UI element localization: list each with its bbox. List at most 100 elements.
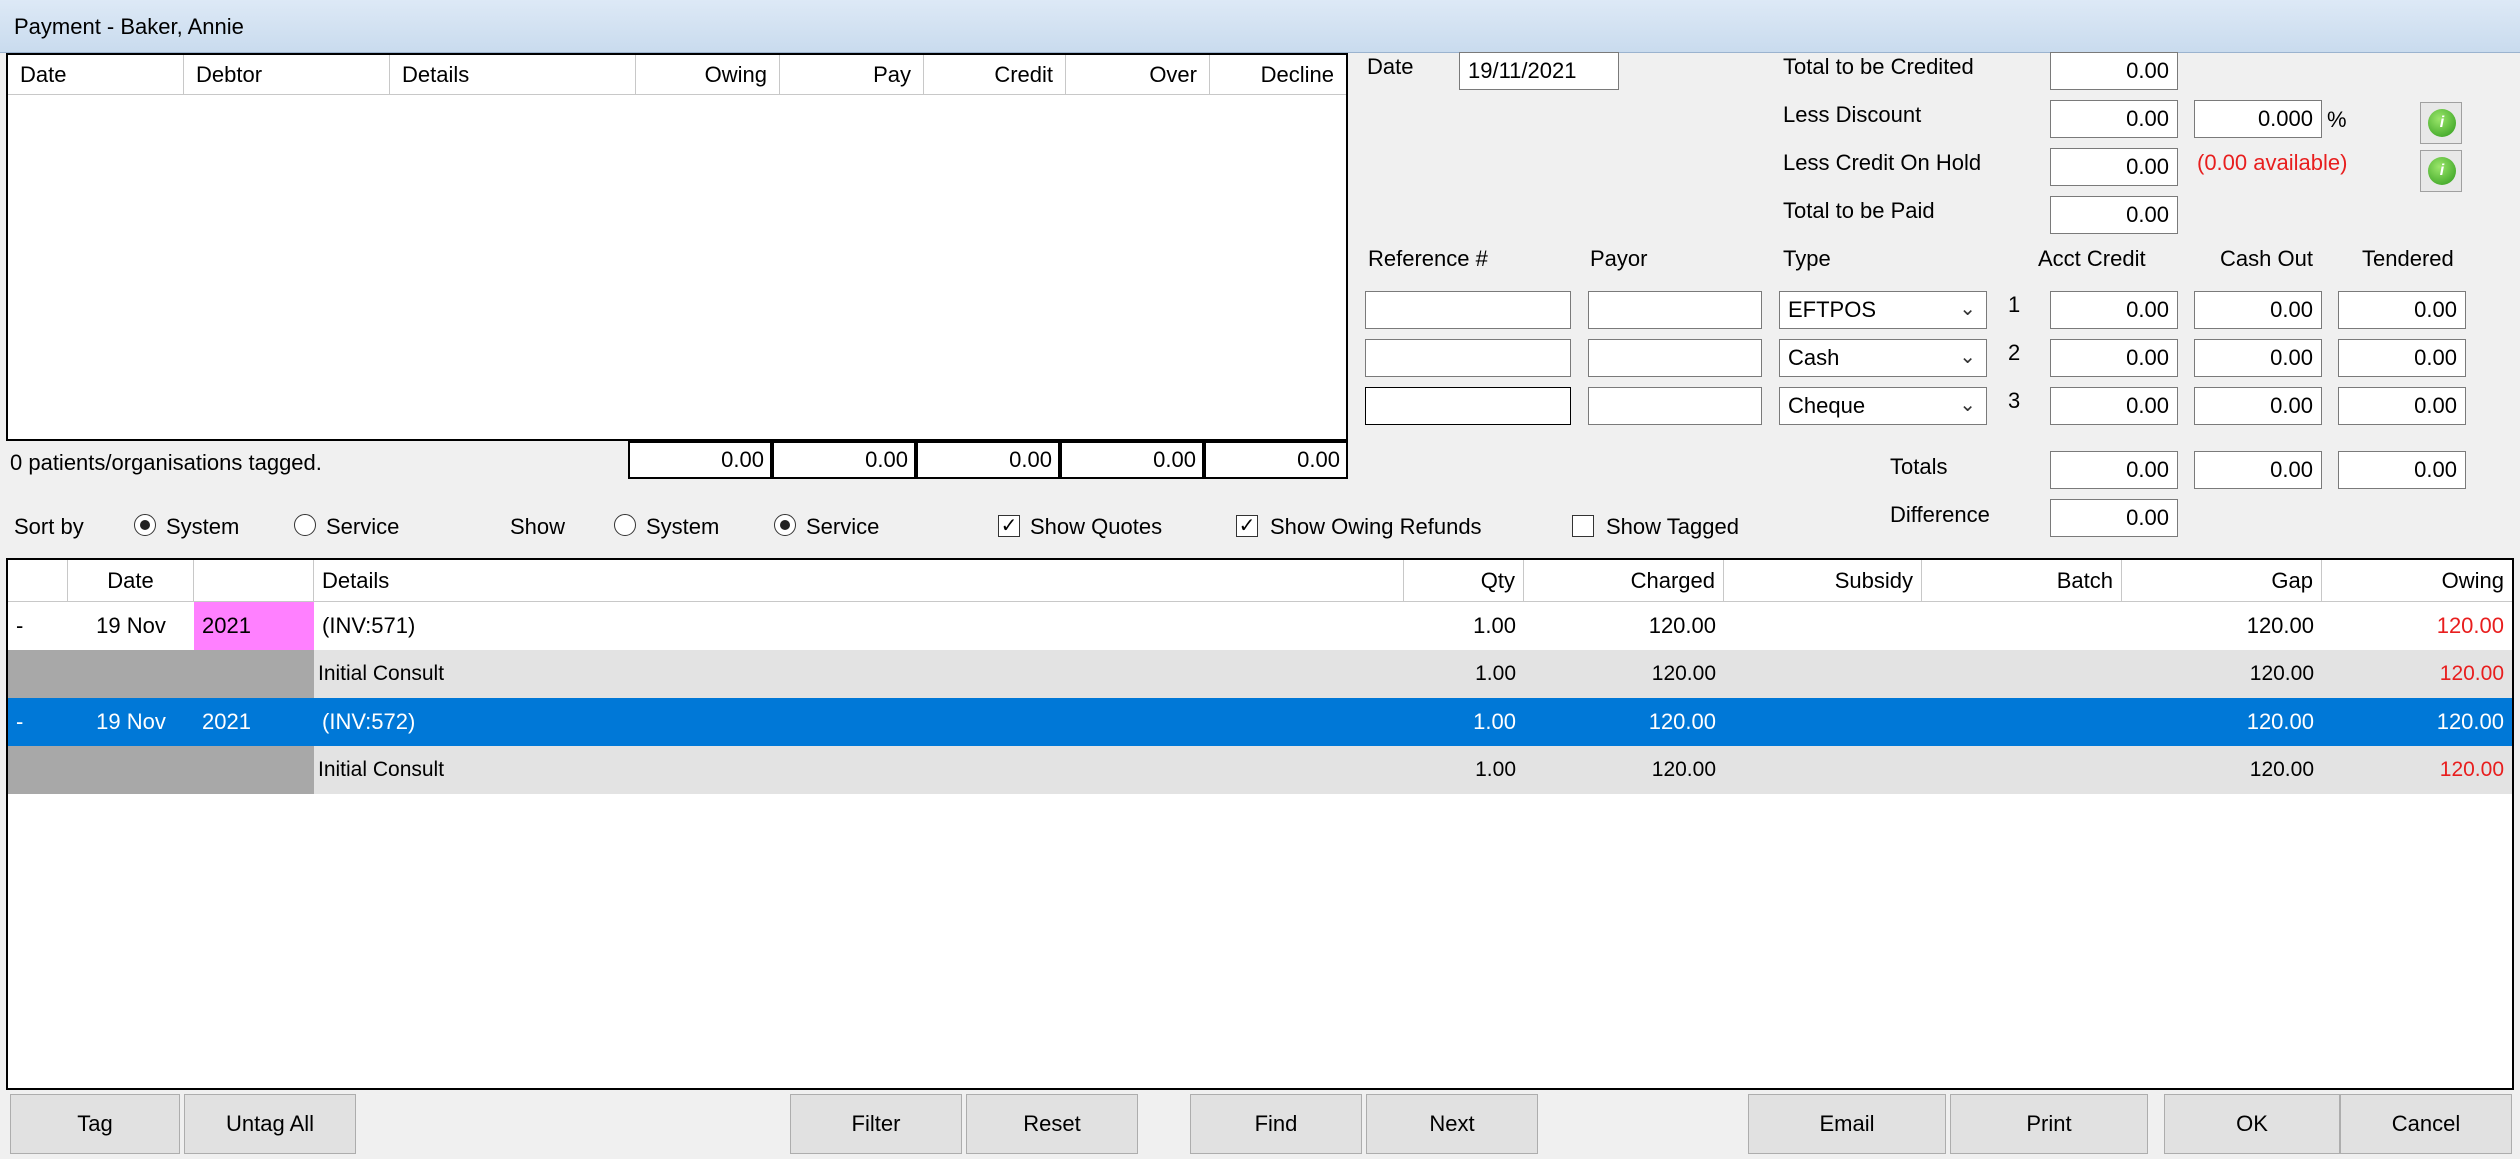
- type-select-3[interactable]: Cheque ⌄: [1779, 387, 1987, 425]
- col-details[interactable]: Details: [314, 560, 1404, 602]
- sort-system-label[interactable]: System: [166, 514, 239, 540]
- row-owing: 120.00: [2436, 613, 2504, 638]
- table-row-selected[interactable]: - 19 Nov 2021 (INV:572) 1.00 120.00 120.…: [8, 698, 2512, 746]
- sort-service-radio[interactable]: [294, 514, 316, 536]
- print-button[interactable]: Print: [1950, 1094, 2148, 1154]
- table-row[interactable]: Initial Consult 1.00 120.00 120.00 120.0…: [8, 746, 2512, 794]
- tendered-input-1[interactable]: 0.00: [2338, 291, 2466, 329]
- show-owing-refunds-checkbox[interactable]: ✓: [1236, 515, 1258, 537]
- col-decline[interactable]: Decline: [1210, 55, 1346, 95]
- col-charged[interactable]: Charged: [1524, 560, 1724, 602]
- tag-button[interactable]: Tag: [10, 1094, 180, 1154]
- date-field[interactable]: 19/11/2021: [1459, 52, 1619, 90]
- debtor-grid[interactable]: Date Debtor Details Owing Pay Credit Ove…: [6, 53, 1348, 441]
- col-year[interactable]: [194, 560, 314, 602]
- payor-input-3[interactable]: [1588, 387, 1762, 425]
- line-number-2: 2: [2008, 340, 2021, 365]
- show-service-label[interactable]: Service: [806, 514, 879, 540]
- row-date: 19 Nov: [96, 709, 166, 734]
- col-batch[interactable]: Batch: [1922, 560, 2122, 602]
- payor-header: Payor: [1590, 246, 1648, 271]
- table-row[interactable]: - 19 Nov 2021 (INV:571) 1.00 120.00 120.…: [8, 602, 2512, 650]
- total-credited-field[interactable]: 0.00: [2050, 52, 2178, 90]
- cancel-button[interactable]: Cancel: [2340, 1094, 2512, 1154]
- cash-out-input-1[interactable]: 0.00: [2194, 291, 2322, 329]
- total-over: 0.00: [1060, 441, 1204, 479]
- row-owing: 120.00: [2436, 709, 2504, 734]
- col-over[interactable]: Over: [1066, 55, 1210, 95]
- show-quotes-checkbox[interactable]: ✓: [998, 515, 1020, 537]
- col-subsidy[interactable]: Subsidy: [1724, 560, 1922, 602]
- tagged-count: 0 patients/organisations tagged.: [10, 450, 322, 475]
- reference-input-2[interactable]: [1365, 339, 1571, 377]
- cash-out-input-3[interactable]: 0.00: [2194, 387, 2322, 425]
- show-system-label[interactable]: System: [646, 514, 719, 540]
- type-select-1[interactable]: EFTPOS ⌄: [1779, 291, 1987, 329]
- row-subsidy: [1724, 650, 1922, 698]
- payor-input-2[interactable]: [1588, 339, 1762, 377]
- next-button[interactable]: Next: [1366, 1094, 1538, 1154]
- total-paid-field[interactable]: 0.00: [2050, 196, 2178, 234]
- col-date[interactable]: Date: [8, 55, 184, 95]
- row-qty: 1.00: [1473, 709, 1516, 734]
- row-charged: 120.00: [1648, 613, 1716, 638]
- row-details: (INV:572): [322, 709, 416, 734]
- row-charged: 120.00: [1651, 758, 1716, 781]
- items-grid[interactable]: Date Details Qty Charged Subsidy Batch G…: [6, 558, 2514, 1090]
- col-details[interactable]: Details: [390, 55, 636, 95]
- payor-input-1[interactable]: [1588, 291, 1762, 329]
- credit-info-button[interactable]: i: [2420, 150, 2462, 192]
- discount-percent-field[interactable]: 0.000: [2194, 100, 2322, 138]
- row-batch: [1922, 698, 2122, 746]
- find-button[interactable]: Find: [1190, 1094, 1362, 1154]
- col-credit[interactable]: Credit: [924, 55, 1066, 95]
- type-select-2[interactable]: Cash ⌄: [1779, 339, 1987, 377]
- tendered-input-3[interactable]: 0.00: [2338, 387, 2466, 425]
- sort-system-radio[interactable]: [134, 514, 156, 536]
- row-subsidy: [1724, 698, 1922, 746]
- difference-label: Difference: [1890, 502, 1990, 527]
- show-service-radio[interactable]: [774, 514, 796, 536]
- filter-button[interactable]: Filter: [790, 1094, 962, 1154]
- total-decline: 0.00: [1204, 441, 1348, 479]
- show-quotes-label[interactable]: Show Quotes: [1030, 514, 1162, 540]
- col-owing[interactable]: Owing: [2322, 560, 2512, 602]
- type-header: Type: [1783, 246, 1831, 271]
- acct-credit-input-1[interactable]: 0.00: [2050, 291, 2178, 329]
- col-pay[interactable]: Pay: [780, 55, 924, 95]
- cash-out-input-2[interactable]: 0.00: [2194, 339, 2322, 377]
- untag-all-button[interactable]: Untag All: [184, 1094, 356, 1154]
- ok-button[interactable]: OK: [2164, 1094, 2340, 1154]
- table-row[interactable]: Initial Consult 1.00 120.00 120.00 120.0…: [8, 650, 2512, 698]
- show-system-radio[interactable]: [614, 514, 636, 536]
- acct-credit-input-3[interactable]: 0.00: [2050, 387, 2178, 425]
- row-group-spacer: [8, 746, 314, 794]
- less-credit-hold-field[interactable]: 0.00: [2050, 148, 2178, 186]
- email-button[interactable]: Email: [1748, 1094, 1946, 1154]
- reference-input-3[interactable]: [1365, 387, 1571, 425]
- col-debtor[interactable]: Debtor: [184, 55, 390, 95]
- show-tagged-label[interactable]: Show Tagged: [1606, 514, 1739, 540]
- sort-service-label[interactable]: Service: [326, 514, 399, 540]
- chevron-down-icon: ⌄: [1959, 346, 1976, 368]
- col-qty[interactable]: Qty: [1404, 560, 1524, 602]
- show-owing-refunds-label[interactable]: Show Owing Refunds: [1270, 514, 1482, 540]
- row-qty: 1.00: [1475, 662, 1516, 685]
- show-label: Show: [510, 514, 566, 539]
- col-gap[interactable]: Gap: [2122, 560, 2322, 602]
- row-details: Initial Consult: [318, 758, 445, 781]
- tendered-input-2[interactable]: 0.00: [2338, 339, 2466, 377]
- show-tagged-checkbox[interactable]: [1572, 515, 1594, 537]
- acct-credit-header: Acct Credit: [2038, 246, 2146, 271]
- type-select-value: Cheque: [1788, 393, 1866, 418]
- acct-credit-input-2[interactable]: 0.00: [2050, 339, 2178, 377]
- col-date[interactable]: Date: [68, 560, 194, 602]
- reference-input-1[interactable]: [1365, 291, 1571, 329]
- discount-info-button[interactable]: i: [2420, 102, 2462, 144]
- reset-button[interactable]: Reset: [966, 1094, 1138, 1154]
- col-owing[interactable]: Owing: [636, 55, 780, 95]
- row-details: (INV:571): [322, 613, 416, 638]
- info-icon: i: [2428, 157, 2456, 185]
- row-marker: -: [16, 613, 24, 638]
- less-discount-field[interactable]: 0.00: [2050, 100, 2178, 138]
